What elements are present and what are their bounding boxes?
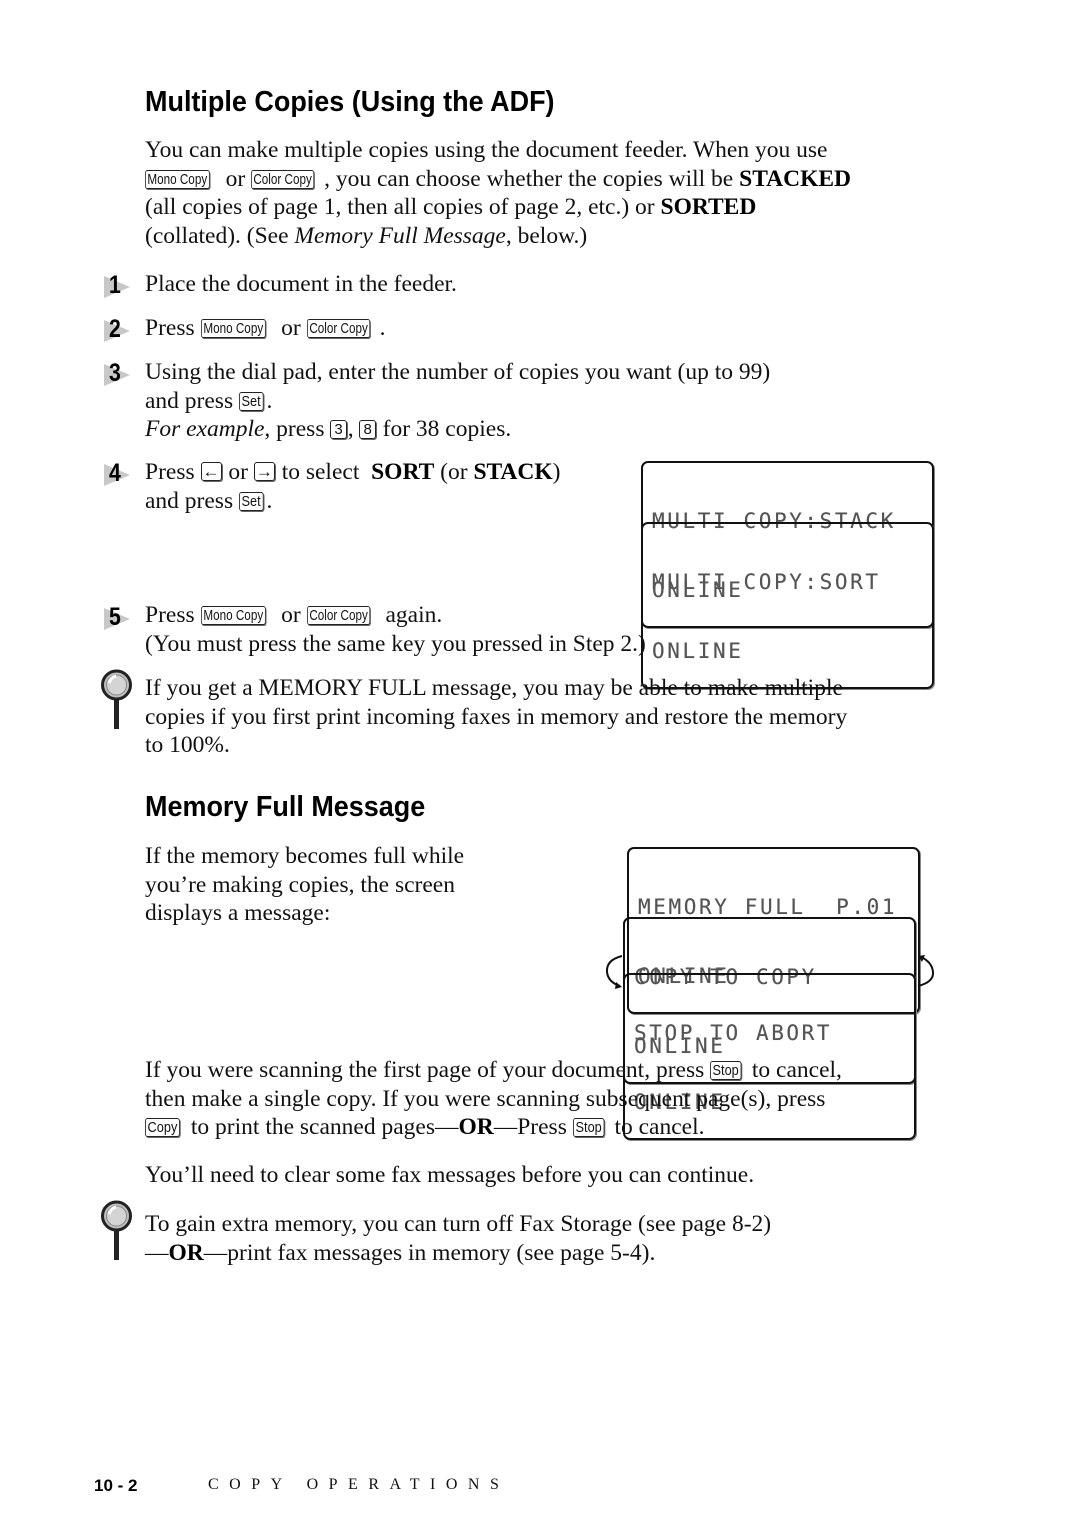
step-text: (or	[434, 459, 474, 485]
or-text: or	[222, 459, 254, 485]
example-label: For example	[145, 416, 265, 442]
sort-term: SORT	[371, 459, 435, 485]
para-text: to print the scanned pages—	[185, 1114, 459, 1140]
step-text: Press	[145, 315, 201, 341]
mono-copy-key: Mono Copy	[200, 319, 266, 338]
sorted-term: SORTED	[660, 194, 757, 220]
mono-copy-key: Mono Copy	[200, 606, 266, 625]
stop-key: Stop	[572, 1118, 605, 1137]
or-text: or	[225, 165, 246, 192]
step-2-text: Press Mono Copy or Color Copy.	[145, 314, 385, 343]
section-title-memory-full: Memory Full Message	[145, 791, 426, 823]
step-text: .	[266, 387, 273, 414]
step-text: Press	[145, 602, 201, 628]
stack-term: STACK	[473, 459, 553, 485]
intro-paragraph: You can make multiple copies using the d…	[145, 136, 945, 250]
intro-text: (all copies of page 1, then all copies o…	[145, 194, 661, 220]
note-text: —print fax messages in memory (see page …	[203, 1239, 656, 1266]
memory-full-intro: If the memory becomes full while you’re …	[145, 842, 545, 928]
cycle-arrow-right-icon	[917, 955, 935, 987]
or-term: OR	[168, 1239, 204, 1266]
step-marker-3: 3	[104, 359, 134, 388]
step-text: .	[379, 315, 386, 341]
color-copy-key: Color Copy	[306, 606, 370, 625]
intro-text: displays a message:	[145, 900, 331, 926]
lcd-line-1: MEMORY FULL P.01	[638, 895, 898, 919]
step-number: 2	[109, 315, 121, 343]
step-text: for 38 copies.	[376, 416, 512, 442]
step-marker-4: 4	[104, 459, 134, 488]
note-text: to 100%.	[145, 732, 230, 758]
intro-text: You can make multiple copies using the d…	[145, 137, 828, 163]
step-text: .	[266, 487, 273, 514]
note-text: —	[145, 1239, 169, 1266]
intro-text: you’re making copies, the screen	[145, 871, 455, 898]
step-text: Press	[145, 459, 201, 485]
step-text: (You must press the same key you pressed…	[145, 630, 646, 657]
right-arrow-key-icon: →	[253, 462, 275, 481]
magnifier-note-icon	[101, 1200, 132, 1260]
section-title-multiple-copies: Multiple Copies (Using the ADF)	[145, 86, 555, 118]
step-marker-2: 2	[104, 315, 134, 344]
chapter-title: COPY OPERATIONS	[208, 1476, 510, 1493]
lcd-line-1: MULTI COPY:SORT	[652, 570, 881, 594]
memory-full-reference: Memory Full Message	[294, 222, 506, 249]
set-key: Set	[238, 491, 264, 511]
stacked-term: STACKED	[739, 165, 851, 192]
step-3-text: Using the dial pad, enter the number of …	[145, 358, 945, 444]
intro-text: , you can choose whether the copies will…	[324, 165, 740, 192]
memory-full-instructions: If you were scanning the first page of y…	[145, 1056, 965, 1142]
step-text: Using the dial pad, enter the number of …	[145, 359, 771, 385]
lcd-line-1: STOP TO ABORT	[634, 1021, 833, 1045]
step-1-text: Place the document in the feeder.	[145, 271, 457, 297]
step-marker-5: 5	[104, 603, 134, 632]
step-text: and press	[145, 387, 239, 414]
left-arrow-key-icon: ←	[200, 462, 222, 481]
step-text: and press	[145, 487, 239, 514]
page-number: 10 - 2	[94, 1476, 138, 1495]
step-number: 5	[109, 603, 121, 631]
note-memory-full: If you get a MEMORY FULL message, you ma…	[145, 674, 965, 760]
color-copy-key: Color Copy	[251, 169, 315, 189]
note-text: If you get a MEMORY FULL message, you ma…	[145, 675, 843, 701]
digit-3-key: 3	[330, 420, 347, 439]
clear-fax-messages-text: You’ll need to clear some fax messages b…	[145, 1162, 755, 1188]
intro-text: (collated). (See	[145, 222, 295, 249]
cycle-arrow-left-icon	[605, 955, 623, 989]
digit-8-key: 8	[359, 420, 376, 439]
step-number: 3	[109, 359, 121, 387]
para-text: —Press	[493, 1114, 573, 1140]
para-text: to cancel,	[746, 1057, 842, 1083]
copy-key: Copy	[145, 1118, 180, 1137]
intro-text: If the memory becomes full while	[145, 843, 465, 869]
intro-text: , below.)	[505, 222, 588, 249]
para-text: If you were scanning the first page of y…	[145, 1057, 711, 1083]
magnifier-note-icon	[101, 669, 132, 729]
set-key: Set	[238, 391, 264, 411]
mono-copy-key: Mono Copy	[145, 169, 210, 189]
step-text: to select	[275, 459, 372, 485]
para-text: then make a single copy. If you were sca…	[145, 1085, 826, 1112]
step-number: 1	[109, 271, 121, 299]
note-text: copies if you first print incoming faxes…	[145, 703, 848, 730]
step-text: , press	[264, 416, 331, 442]
or-text: or	[275, 602, 307, 628]
stop-key: Stop	[710, 1061, 742, 1080]
note-text: To gain extra memory, you can turn off F…	[145, 1211, 772, 1237]
para-text: to cancel.	[608, 1114, 705, 1140]
step-4-text: Press ← or → to select SORT (or STACK) a…	[145, 458, 625, 515]
color-copy-key: Color Copy	[306, 319, 370, 338]
step-text: )	[552, 459, 561, 485]
or-term: OR	[458, 1114, 494, 1140]
step-marker-1: 1	[104, 271, 134, 300]
step-text: ,	[347, 416, 360, 442]
step-text: again.	[379, 602, 443, 628]
step-number: 4	[109, 459, 121, 487]
note-extra-memory: To gain extra memory, you can turn off F…	[145, 1210, 965, 1267]
step-5-text: Press Mono Copy or Color Copy again. (Yo…	[145, 601, 945, 658]
or-text: or	[275, 315, 307, 341]
